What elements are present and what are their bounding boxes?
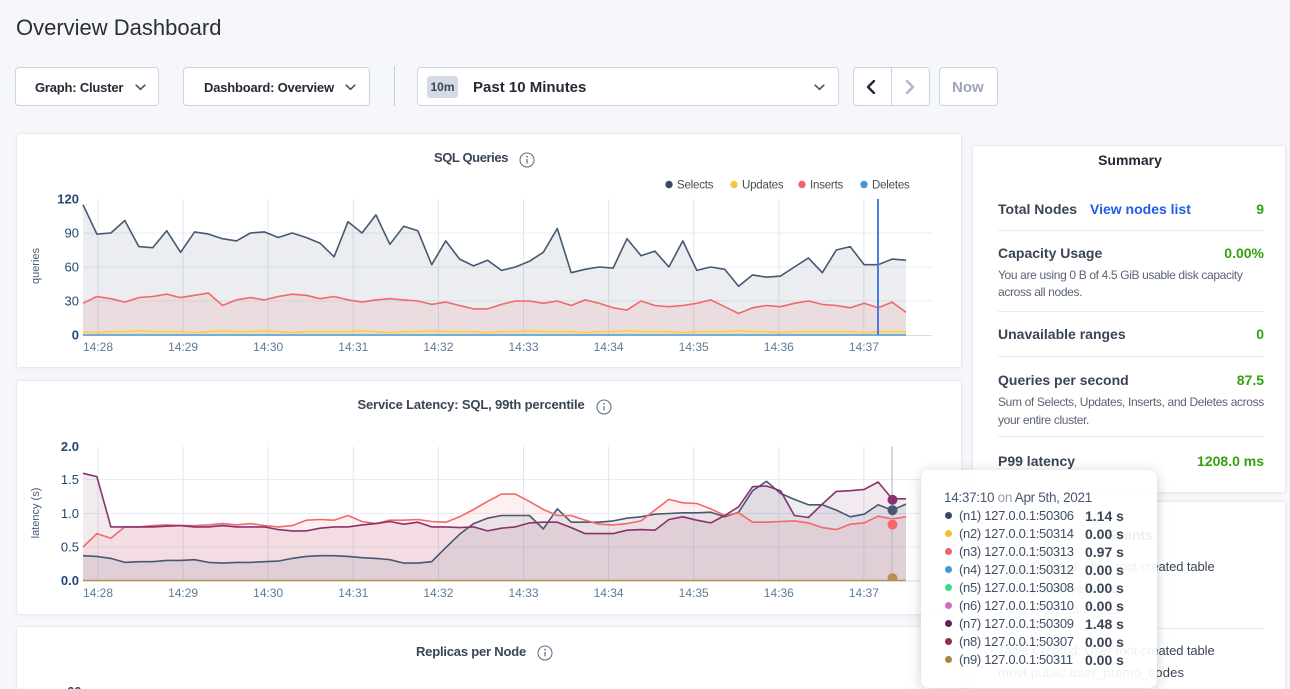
svg-text:latency (s): latency (s) [30,488,42,539]
svg-text:Updates: Updates [742,180,784,192]
svg-text:14:37: 14:37 [849,340,879,354]
svg-text:14:29: 14:29 [168,586,198,600]
svg-text:0: 0 [72,328,79,343]
svg-text:14:35: 14:35 [679,586,709,600]
svg-text:Selects: Selects [677,180,714,192]
svg-text:14:28: 14:28 [83,340,113,354]
svg-text:14:33: 14:33 [508,586,538,600]
svg-text:0.0: 0.0 [61,573,79,588]
svg-text:90: 90 [65,226,79,241]
svg-text:0.5: 0.5 [61,540,79,555]
svg-text:14:36: 14:36 [764,340,794,354]
svg-text:14:34: 14:34 [594,586,624,600]
svg-text:30: 30 [65,294,79,309]
svg-text:14:32: 14:32 [423,586,453,600]
svg-text:14:36: 14:36 [764,586,794,600]
svg-text:14:30: 14:30 [253,586,283,600]
svg-text:1.5: 1.5 [61,472,79,487]
svg-text:14:30: 14:30 [253,340,283,354]
svg-text:1.0: 1.0 [61,506,79,521]
svg-text:14:35: 14:35 [679,340,709,354]
svg-text:14:31: 14:31 [338,586,368,600]
svg-text:Deletes: Deletes [872,180,910,192]
svg-text:14:29: 14:29 [168,340,198,354]
svg-text:queries: queries [30,247,42,284]
svg-text:120: 120 [57,192,79,207]
svg-text:14:33: 14:33 [508,340,538,354]
svg-text:2.0: 2.0 [61,439,79,454]
svg-text:14:37: 14:37 [849,586,879,600]
svg-text:14:34: 14:34 [594,340,624,354]
svg-text:14:31: 14:31 [338,340,368,354]
svg-text:60: 60 [65,260,79,275]
svg-text:Inserts: Inserts [810,180,844,192]
svg-text:14:32: 14:32 [423,340,453,354]
svg-text:14:28: 14:28 [83,586,113,600]
